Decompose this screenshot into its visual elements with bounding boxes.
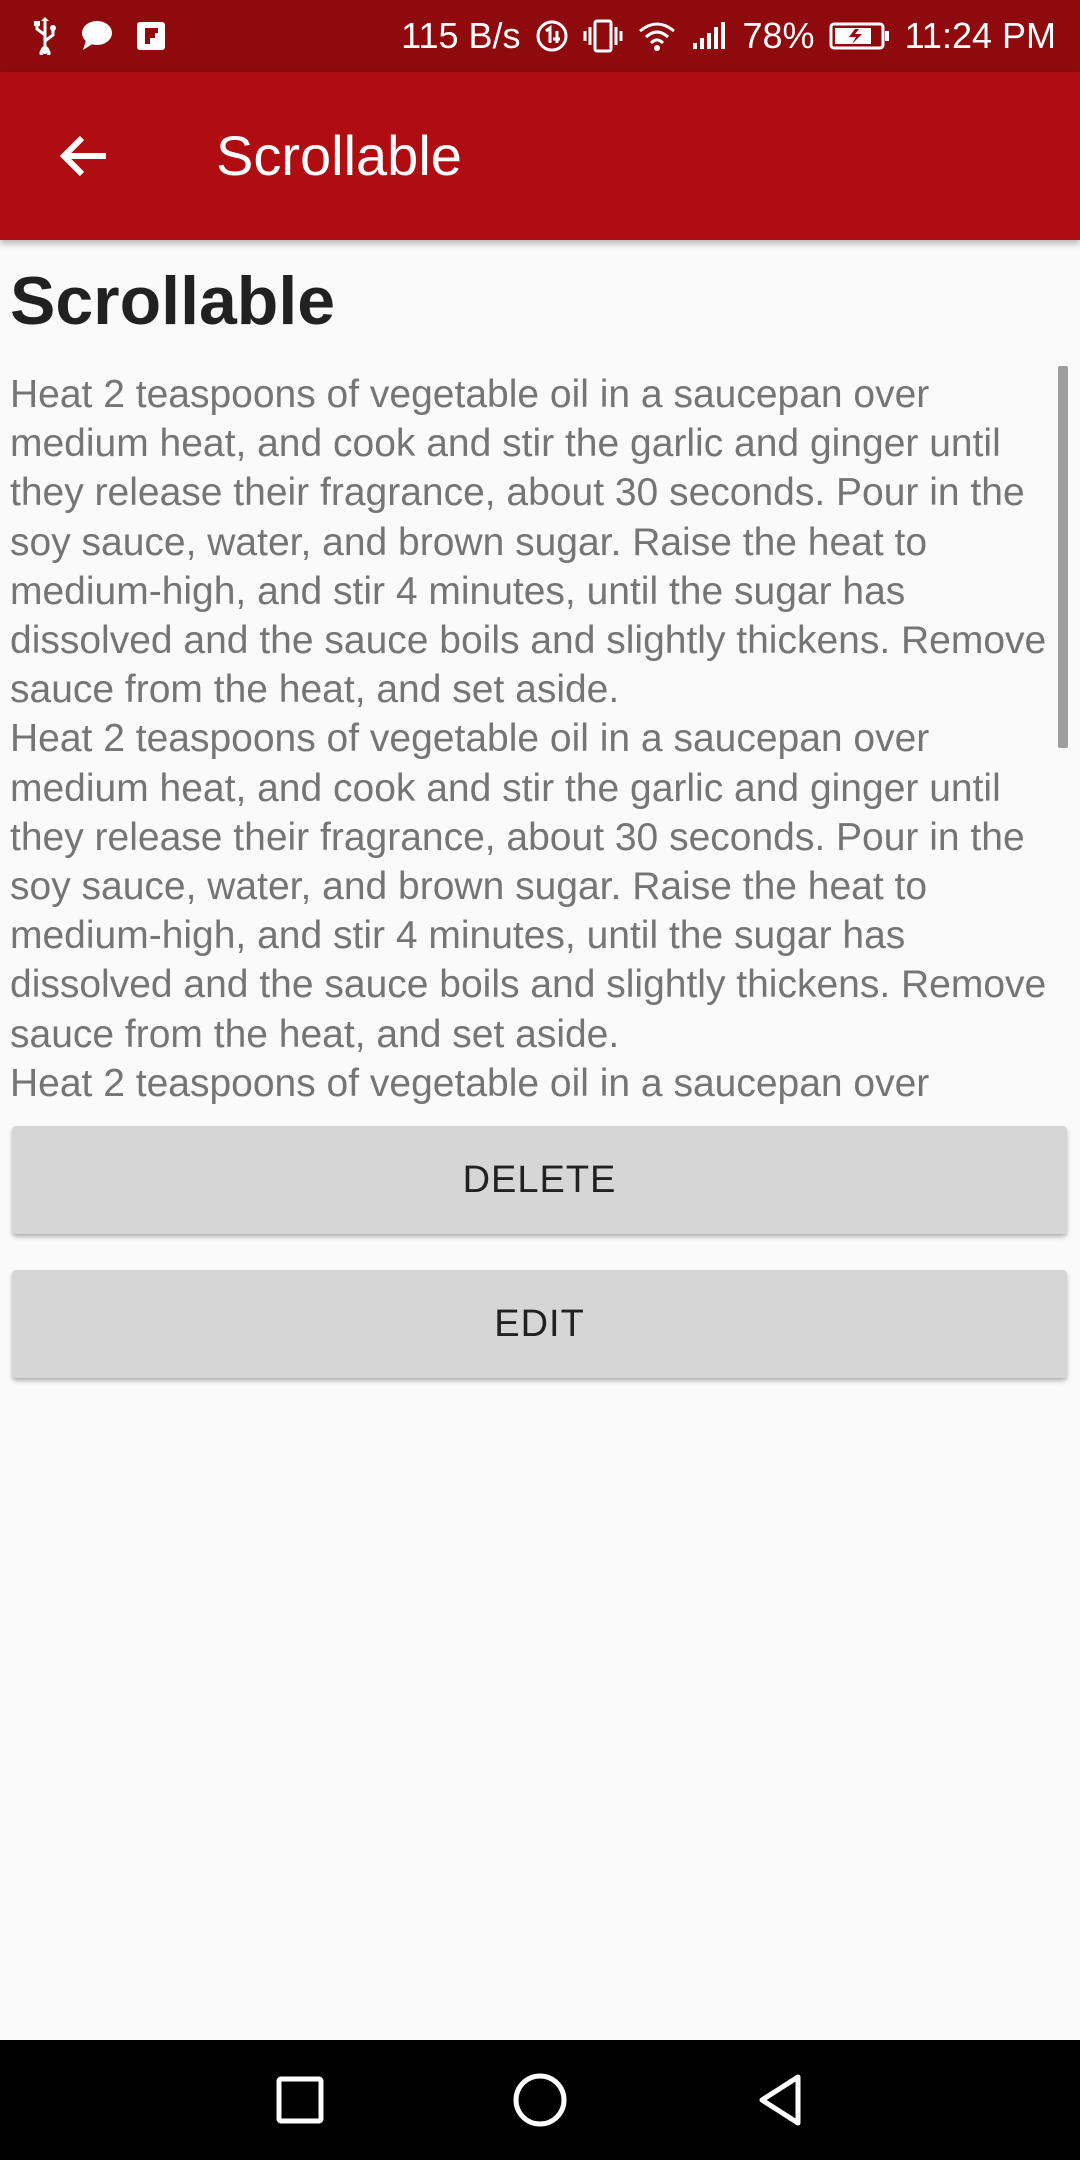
- status-right: 115 B/s 78% 11:24 PM: [387, 15, 1056, 57]
- app-bar-title: Scrollable: [216, 124, 462, 187]
- app-bar: Scrollable: [0, 72, 1080, 240]
- scrollable-body-text: Heat 2 teaspoons of vegetable oil in a s…: [10, 373, 1047, 1105]
- navigation-bar: [0, 2040, 1080, 2160]
- back-button[interactable]: [40, 112, 128, 200]
- recents-button[interactable]: [262, 2062, 338, 2138]
- recents-icon: [276, 2076, 324, 2124]
- delete-button[interactable]: DELETE: [12, 1126, 1067, 1234]
- edit-button[interactable]: EDIT: [12, 1270, 1067, 1378]
- usb-icon: [32, 17, 58, 55]
- flipboard-icon: [136, 21, 166, 51]
- battery-icon: [829, 21, 891, 51]
- signal-icon: [691, 21, 729, 51]
- status-bar: 115 B/s 78% 11:24 PM: [0, 0, 1080, 72]
- back-icon: [759, 2074, 801, 2126]
- nav-back-button[interactable]: [742, 2062, 818, 2138]
- scrollbar-thumb[interactable]: [1058, 366, 1068, 748]
- network-speed: 115 B/s: [401, 15, 521, 56]
- scrollable-text-area[interactable]: Heat 2 teaspoons of vegetable oil in a s…: [0, 366, 1080, 1106]
- arrow-back-icon: [59, 135, 106, 177]
- data-saver-icon: [535, 19, 569, 53]
- battery-percent: 78%: [742, 15, 815, 56]
- clock: 11:24 PM: [904, 15, 1056, 56]
- home-icon: [513, 2073, 567, 2127]
- vibrate-icon: [583, 19, 623, 53]
- wifi-icon: [637, 19, 677, 53]
- screen: 115 B/s 78% 11:24 PM Scrollable Scrollab…: [0, 0, 1080, 2160]
- page-heading: Scrollable: [10, 263, 336, 339]
- home-button[interactable]: [502, 2062, 578, 2138]
- chat-icon: [80, 20, 114, 52]
- status-left: [32, 17, 188, 55]
